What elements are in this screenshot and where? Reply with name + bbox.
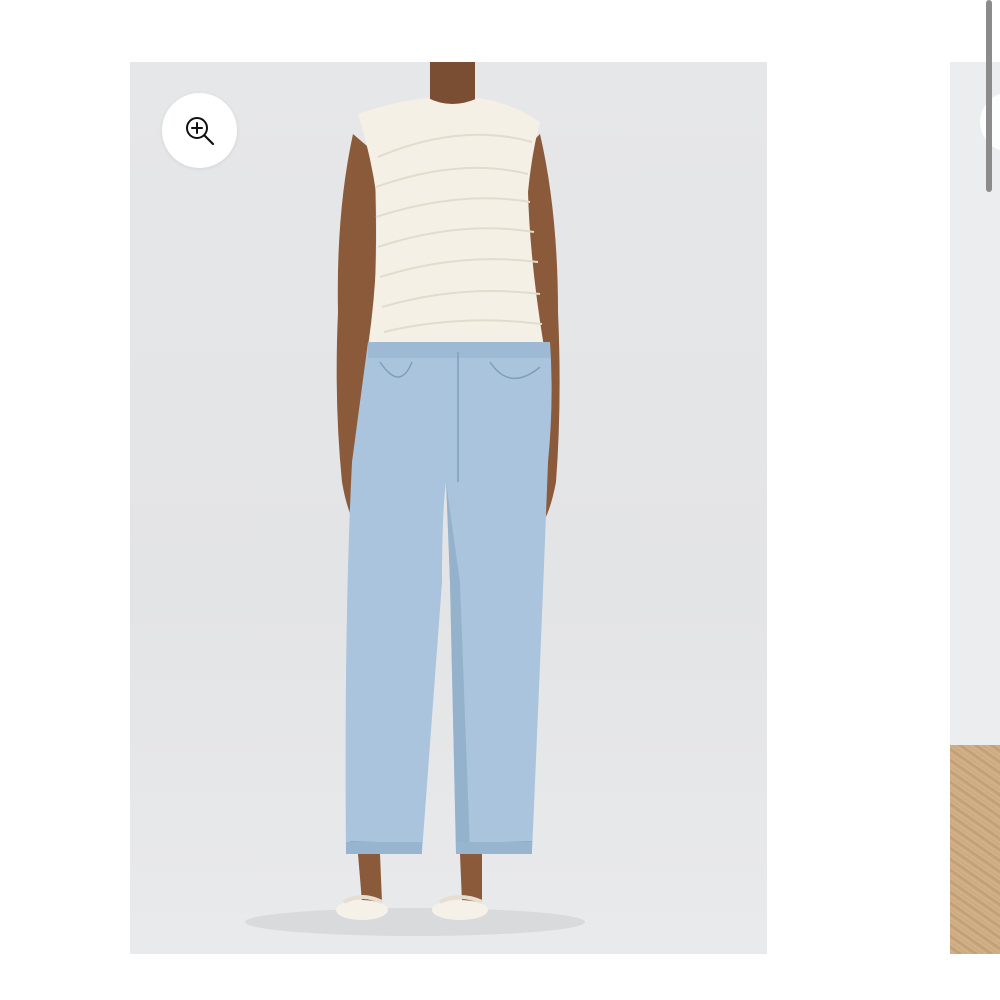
zoom-button[interactable]	[162, 93, 237, 168]
next-product-image[interactable]	[950, 62, 1000, 954]
next-image-floor	[950, 745, 1000, 954]
model-photo	[245, 62, 585, 936]
next-image-backdrop	[950, 62, 1000, 745]
product-page	[0, 0, 1000, 1000]
scrollbar-thumb[interactable]	[986, 0, 992, 192]
product-main-image[interactable]	[130, 62, 767, 954]
zoom-in-icon	[185, 116, 214, 145]
